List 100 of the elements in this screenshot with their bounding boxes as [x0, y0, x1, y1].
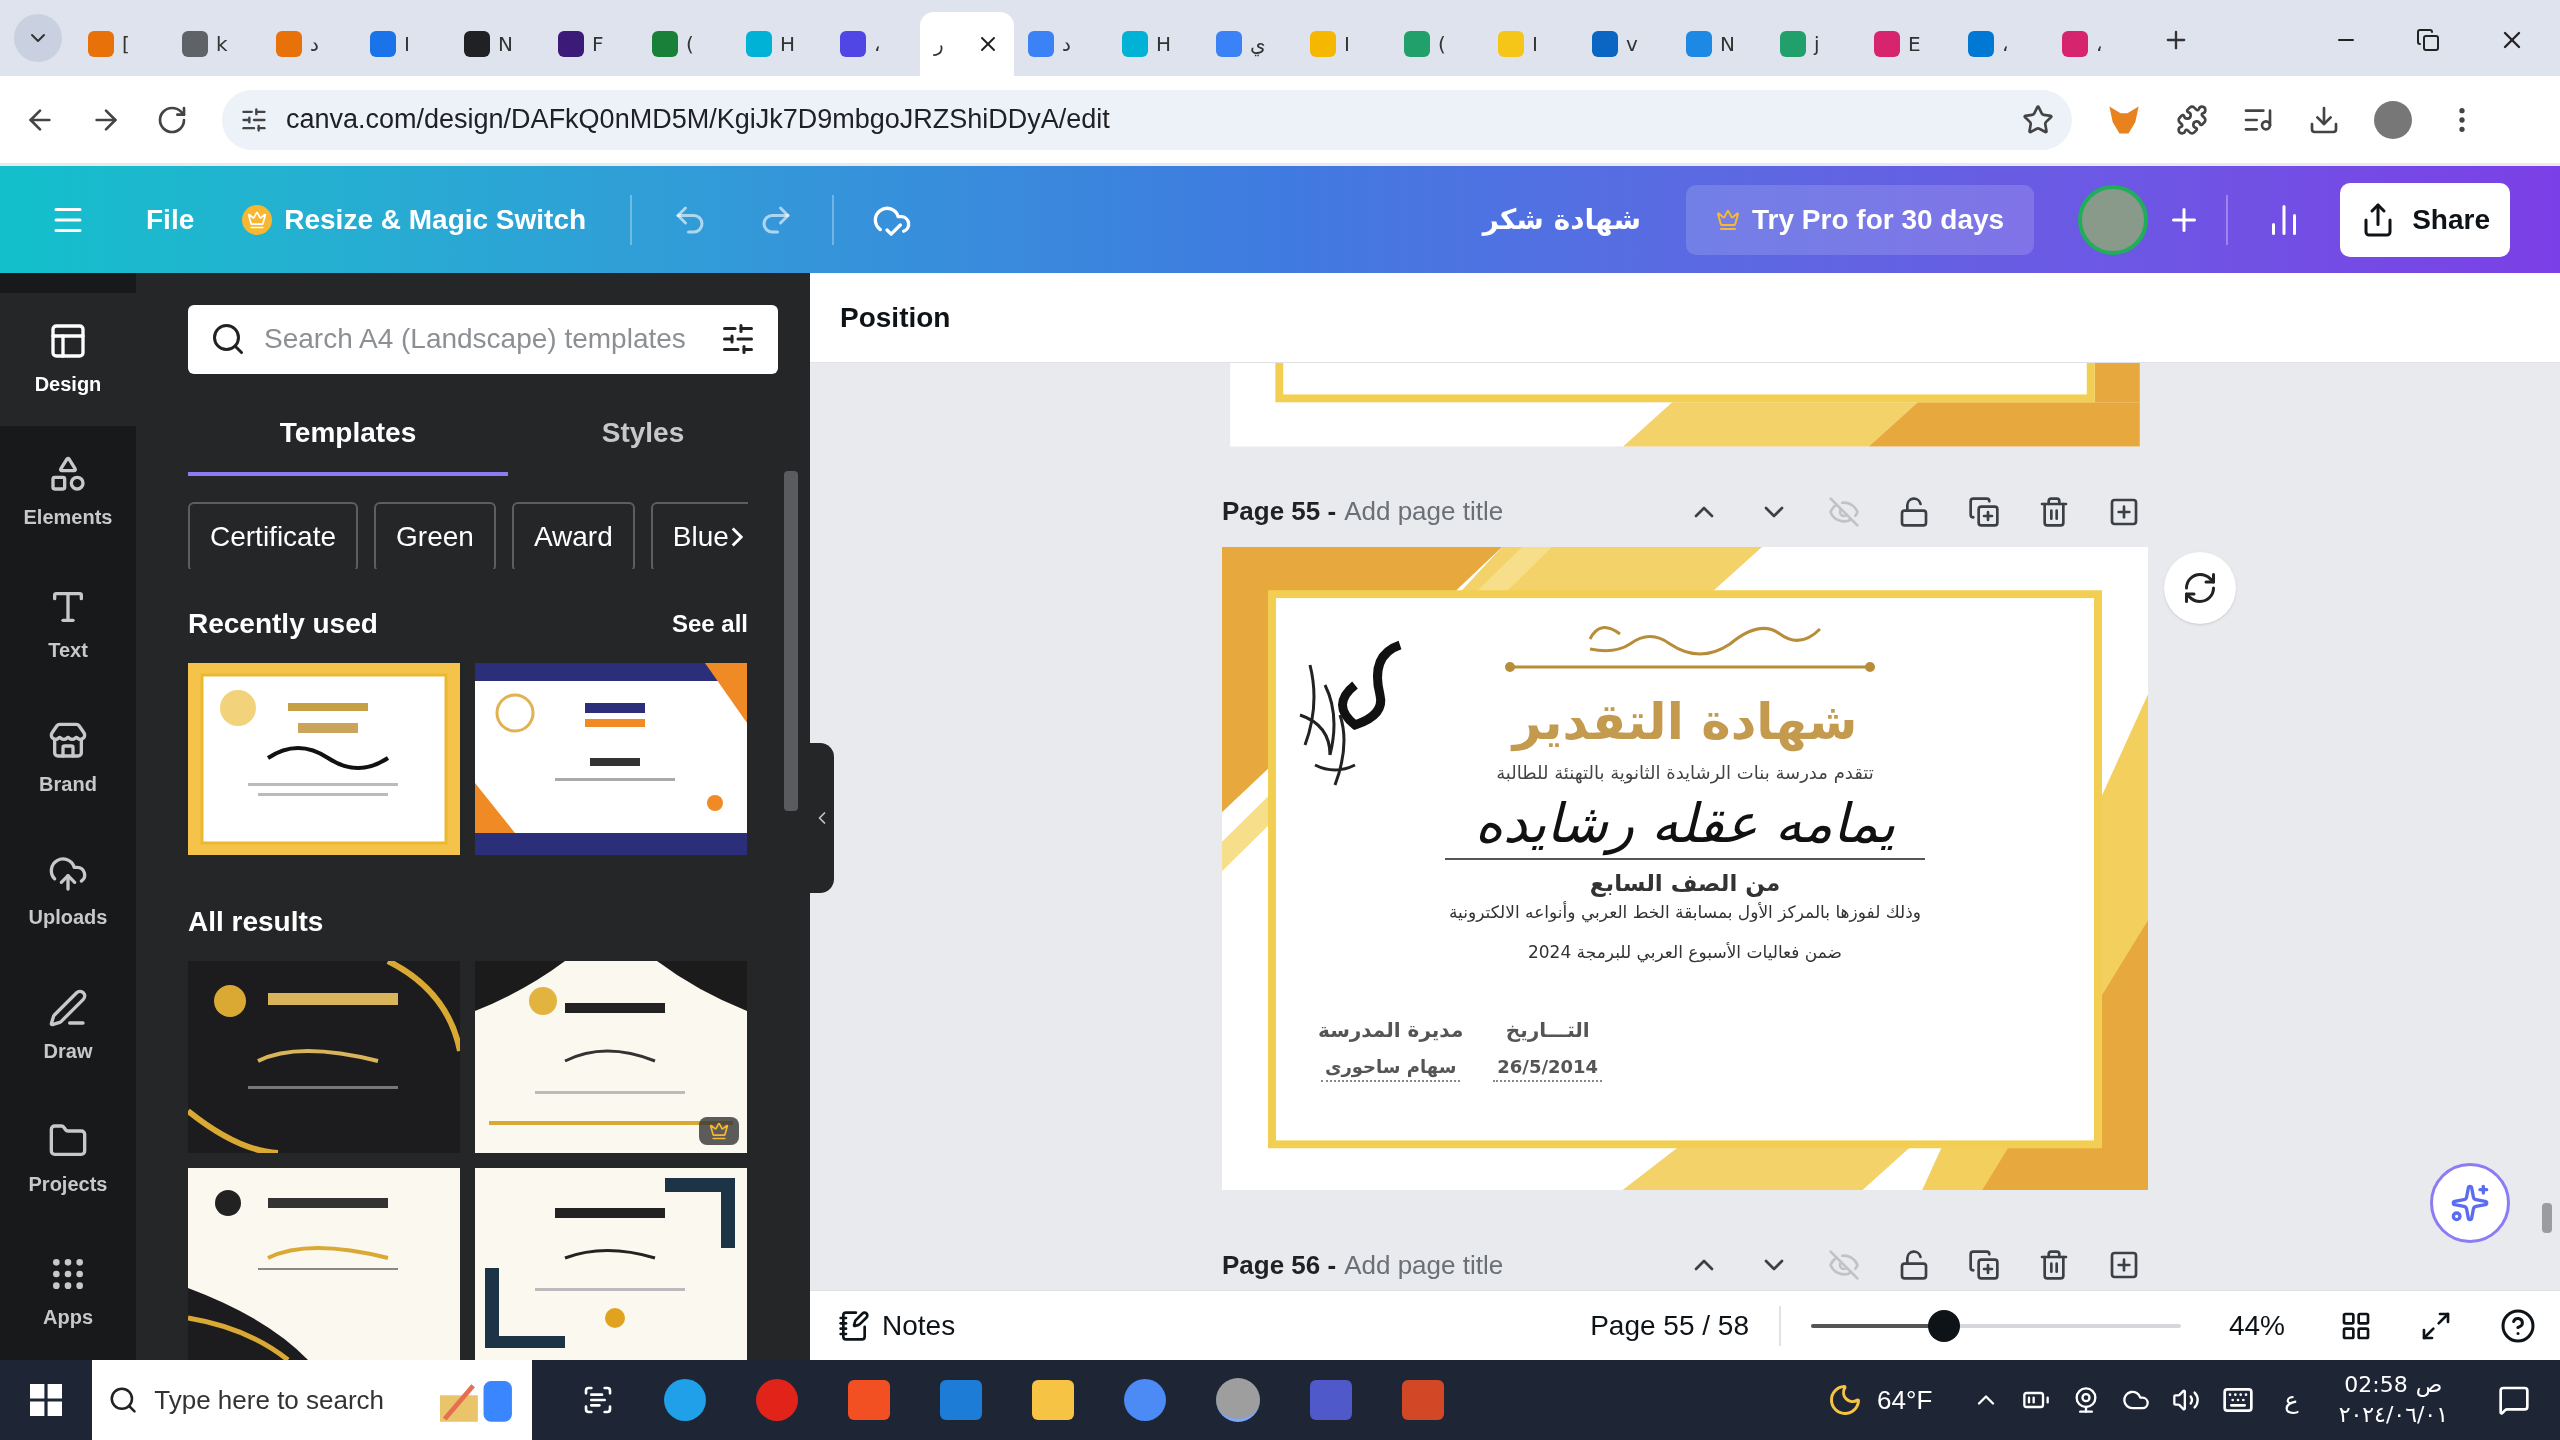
browser-tab[interactable]: [	[74, 12, 168, 76]
address-field[interactable]: canva.com/design/DAFkQ0nMD5M/KgiJk7D9mbgoJRZShiDDyA/edit	[222, 89, 2072, 150]
browser-tab[interactable]: v	[1578, 12, 1672, 76]
browser-tab[interactable]: ،	[1954, 12, 2048, 76]
browser-tab[interactable]: د	[262, 12, 356, 76]
notifications-icon[interactable]	[2498, 1384, 2530, 1416]
tab-title: H	[780, 31, 796, 58]
duplicate-icon[interactable]	[1968, 495, 2000, 528]
add-page-icon[interactable]	[2108, 1249, 2140, 1281]
taskbar-search-input[interactable]: Type here to search	[154, 1380, 425, 1420]
browser-tab[interactable]: j	[1766, 12, 1860, 76]
rail-item[interactable]: Brand	[0, 693, 136, 827]
template-thumbnail[interactable]	[475, 961, 747, 1153]
search-field[interactable]: Search A4 (Landscape) templates	[188, 305, 778, 374]
rail-item[interactable]: Projects	[0, 1093, 136, 1227]
search-input[interactable]: Search A4 (Landscape) templates	[264, 318, 702, 361]
try-pro-button[interactable]: Try Pro for 30 days	[1686, 184, 2035, 255]
chevron-right-icon	[730, 526, 743, 547]
taskbar-search-field[interactable]: Type here to search	[92, 1360, 532, 1440]
certificate-page[interactable]	[1222, 546, 2148, 1190]
rail-item[interactable]: Draw	[0, 959, 136, 1094]
browser-tab[interactable]: ي	[1202, 12, 1296, 76]
taskbar-app-icon[interactable]	[1216, 1378, 1260, 1422]
template-thumbnail[interactable]	[475, 1168, 747, 1360]
collapse-panel-handle[interactable]	[810, 743, 834, 893]
delete-icon[interactable]	[2038, 1249, 2070, 1281]
page-title-field[interactable]: Add page title	[1344, 492, 1504, 531]
browser-tab[interactable]: د	[1014, 12, 1108, 76]
unlock-icon[interactable]	[1898, 495, 1930, 528]
page-number: Page 55 -	[1222, 495, 1337, 528]
template-thumbnail[interactable]	[475, 663, 747, 855]
rail-item[interactable]: Apps	[0, 1226, 136, 1360]
design-title[interactable]: شهادة شكر	[1482, 198, 1642, 241]
browser-tab[interactable]: ،	[826, 12, 920, 76]
windows-logo-icon[interactable]	[30, 1384, 62, 1416]
taskbar-app-icon[interactable]	[664, 1379, 706, 1421]
filter-chip[interactable]: Award	[511, 501, 635, 569]
browser-tab[interactable]: H	[1108, 12, 1202, 76]
browser-tab[interactable]: I	[1484, 12, 1578, 76]
position-button[interactable]: Position	[840, 296, 951, 339]
delete-icon[interactable]	[2038, 495, 2070, 528]
bookmark-star-icon[interactable]	[2022, 103, 2054, 136]
browser-tab[interactable]: E	[1860, 12, 1954, 76]
tab-title: ي	[1250, 31, 1266, 59]
browser-tab[interactable]: F	[544, 12, 638, 76]
rail-item[interactable]: Text	[0, 559, 136, 694]
rail-label: Brand	[39, 771, 97, 797]
browser-tab[interactable]: N	[1672, 12, 1766, 76]
rail-item[interactable]: Elements	[0, 426, 136, 560]
panel-tab[interactable]: Styles	[508, 393, 778, 476]
zoom-slider-thumb[interactable]	[1928, 1309, 1961, 1342]
browser-tab[interactable]: (	[1390, 12, 1484, 76]
page-counter[interactable]: Page 55 / 58	[1590, 1304, 1749, 1347]
panel-scrollbar[interactable]	[784, 471, 798, 811]
taskbar-app-icon[interactable]	[1124, 1379, 1166, 1421]
help-icon[interactable]	[2500, 1307, 2536, 1344]
browser-tab[interactable]: (	[638, 12, 732, 76]
filter-chip[interactable]: Certificate	[188, 501, 359, 569]
duplicate-icon[interactable]	[1968, 1249, 2000, 1281]
certificate-event: ضمن فعاليات الأسبوع العربي للبرمجة 2024	[1527, 940, 1843, 965]
notes-button[interactable]: Notes	[838, 1304, 956, 1347]
panel-tab[interactable]: Templates	[188, 393, 508, 476]
extensions-icon[interactable]	[2176, 103, 2208, 136]
zoom-percent[interactable]: 44%	[2228, 1304, 2285, 1347]
zoom-slider[interactable]	[1810, 1309, 2181, 1342]
input-language[interactable]: ع	[2284, 1382, 2299, 1418]
browser-tab[interactable]: N	[450, 12, 544, 76]
browser-tab[interactable]: ،	[2048, 12, 2142, 76]
browser-tab[interactable]: k	[168, 12, 262, 76]
template-thumbnail[interactable]	[188, 1168, 460, 1360]
signature-value: 26/5/2014	[1493, 1052, 1603, 1082]
template-thumbnail[interactable]	[188, 961, 460, 1153]
taskbar-app-icon[interactable]	[756, 1379, 798, 1421]
canvas-scrollbar[interactable]	[2542, 1203, 2552, 1233]
task-view-icon[interactable]	[582, 1384, 614, 1416]
tab-title: H	[1156, 31, 1172, 58]
browser-tab[interactable]: I	[356, 12, 450, 76]
browser-tab[interactable]: ر	[920, 12, 1014, 76]
filter-chip[interactable]: Green	[374, 501, 496, 569]
refresh-icon	[2182, 570, 2218, 606]
sparkles-icon	[2450, 1183, 2490, 1223]
rail-label: Apps	[43, 1305, 93, 1331]
section-heading: Recently used	[188, 607, 378, 641]
restore-icon[interactable]	[2416, 28, 2440, 52]
share-button[interactable]: Share	[2340, 182, 2510, 257]
signature-label: مديرة المدرسة	[1318, 1016, 1464, 1044]
page-title-field[interactable]: Add page title	[1344, 1245, 1504, 1285]
notes-icon	[838, 1309, 870, 1342]
filter-chip[interactable]: Blue	[650, 501, 748, 569]
see-all-link[interactable]: See all	[671, 606, 748, 642]
weather-temperature[interactable]: 64°F	[1877, 1380, 1933, 1420]
profile-avatar[interactable]	[2374, 100, 2412, 139]
browser-tab[interactable]: I	[1296, 12, 1390, 76]
unlock-icon[interactable]	[1898, 1249, 1930, 1281]
browser-tab[interactable]: H	[732, 12, 826, 76]
tab-title: ،	[2002, 31, 2009, 58]
rail-item[interactable]: Uploads	[0, 826, 136, 960]
template-thumbnail[interactable]	[188, 663, 460, 855]
rail-item[interactable]: Design	[0, 293, 136, 427]
site-settings-icon[interactable]	[240, 105, 268, 134]
